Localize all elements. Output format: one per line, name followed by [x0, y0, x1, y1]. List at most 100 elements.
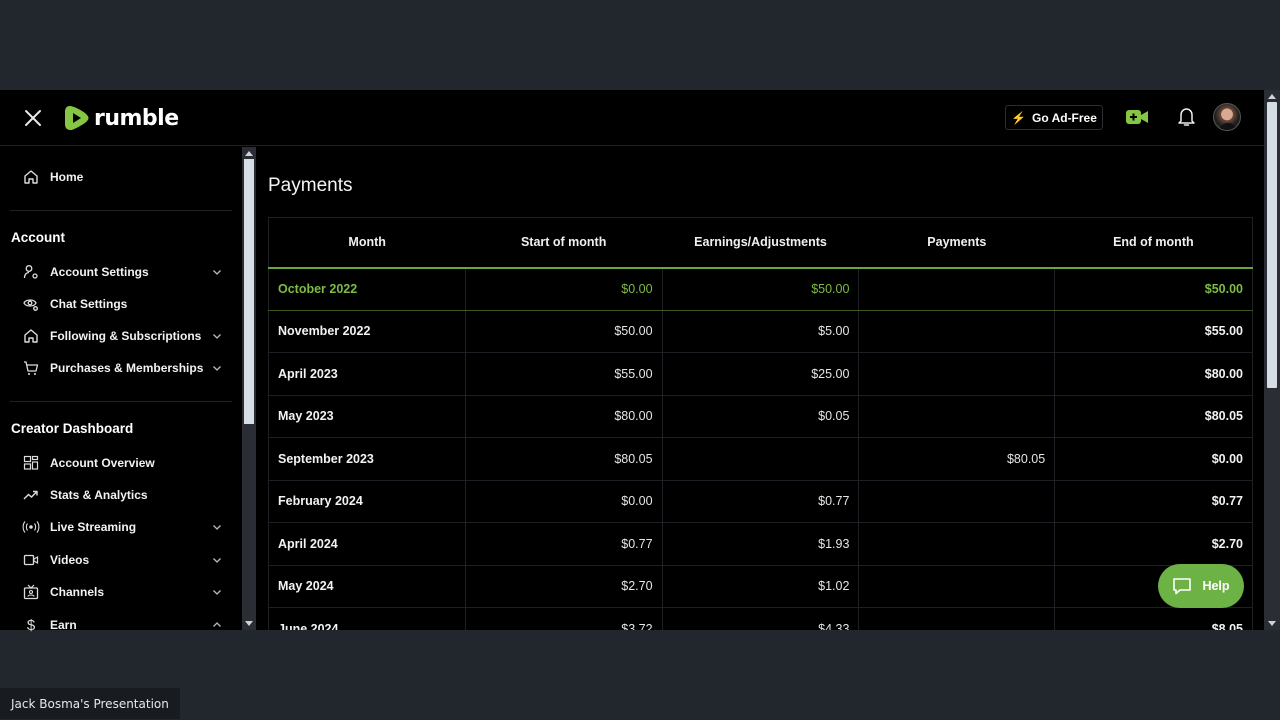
sidebar-item-stats-analytics[interactable]: Stats & Analytics — [22, 481, 232, 509]
sidebar-divider — [10, 401, 232, 402]
cell-earnings — [662, 437, 860, 481]
sidebar-item-label: Channels — [50, 585, 105, 599]
cell-month: February 2024 — [268, 480, 466, 523]
chevron-down-icon[interactable] — [212, 555, 222, 565]
help-button[interactable]: Help — [1158, 564, 1244, 608]
sidebar-item-account-overview[interactable]: Account Overview — [22, 449, 232, 477]
sidebar-divider — [10, 210, 232, 211]
cell-earnings: $50.00 — [662, 267, 860, 311]
sidebar-item-label: Videos — [50, 553, 90, 567]
cell-end-of-month: $8.05 — [1054, 607, 1253, 630]
camera-plus-icon[interactable] — [1126, 109, 1148, 125]
cell-earnings: $4.33 — [662, 607, 860, 630]
table-row: May 2024$2.70$1.02$3.72 — [268, 565, 1253, 608]
page-title: Payments — [268, 175, 353, 196]
cell-end-of-month: $0.77 — [1054, 480, 1253, 523]
go-ad-free-button[interactable]: ⚡ Go Ad-Free — [1005, 105, 1103, 130]
bell-icon[interactable] — [1177, 107, 1196, 127]
cell-start-of-month: $55.00 — [465, 352, 663, 396]
chevron-up-icon[interactable] — [212, 620, 222, 630]
cell-month: April 2024 — [268, 522, 466, 566]
cell-payments — [858, 607, 1056, 630]
creator-dashboard-heading: Creator Dashboard — [11, 421, 134, 436]
chevron-down-icon[interactable] — [212, 363, 222, 373]
sidebar-item-videos[interactable]: Videos — [22, 546, 232, 574]
cell-end-of-month: $0.00 — [1054, 437, 1253, 481]
go-ad-free-label: Go Ad-Free — [1032, 110, 1097, 125]
scroll-up-arrow-icon[interactable] — [1268, 94, 1276, 99]
sidebar-item-following-subscriptions[interactable]: Following & Subscriptions — [22, 322, 232, 350]
sidebar-item-home[interactable]: Home — [22, 163, 232, 191]
video-icon — [22, 551, 40, 569]
cell-start-of-month: $0.00 — [465, 480, 663, 523]
cell-start-of-month: $80.00 — [465, 395, 663, 438]
scroll-down-arrow-icon[interactable] — [1268, 621, 1276, 626]
cell-month: October 2022 — [268, 267, 466, 311]
sidebar-scroll-up-icon[interactable] — [245, 151, 253, 156]
column-header-end-of-month[interactable]: End of month — [1054, 217, 1253, 269]
sidebar-content: Home Account Account Settings Chat Setti… — [0, 90, 256, 634]
dollar-icon: $ — [26, 616, 36, 634]
cell-month: June 2024 — [268, 607, 466, 630]
cell-payments — [858, 565, 1056, 608]
cell-end-of-month: $50.00 — [1054, 267, 1253, 311]
cell-start-of-month: $0.77 — [465, 522, 663, 566]
sidebar-item-earn[interactable]: $ Earn — [22, 611, 232, 639]
sidebar-scroll-down-icon[interactable] — [245, 621, 253, 626]
cell-earnings: $0.05 — [662, 395, 860, 438]
sidebar-item-live-streaming[interactable]: Live Streaming — [22, 513, 232, 541]
home-icon — [22, 327, 40, 345]
chevron-down-icon[interactable] — [212, 522, 222, 532]
page-scrollbar[interactable] — [1264, 90, 1280, 630]
presenter-label: Jack Bosma's Presentation — [0, 688, 180, 719]
account-heading: Account — [11, 230, 65, 245]
cell-earnings: $5.00 — [662, 310, 860, 353]
sidebar-item-label: Home — [50, 170, 84, 184]
table-header-row: Month Start of month Earnings/Adjustment… — [268, 217, 1253, 269]
sidebar-item-channels[interactable]: Channels — [22, 578, 232, 606]
sidebar-item-label: Account Settings — [50, 265, 149, 279]
table-row: June 2024 $3.72 $4.33 $8.05 — [268, 607, 1253, 630]
table-row: November 2022 $50.00 $5.00 $55.00 — [268, 310, 1253, 353]
cell-payments — [858, 480, 1056, 523]
cell-earnings: $1.02 — [662, 565, 860, 608]
chat-bubble-icon — [1173, 578, 1192, 595]
sidebar-scrollbar-thumb[interactable] — [244, 159, 254, 424]
sidebar-item-label: Stats & Analytics — [50, 488, 148, 502]
bolt-icon: ⚡ — [1011, 110, 1027, 125]
trend-icon — [22, 486, 40, 504]
column-header-earnings-adjustments[interactable]: Earnings/Adjustments — [662, 217, 859, 269]
avatar[interactable] — [1213, 103, 1241, 131]
payments-table: Month Start of month Earnings/Adjustment… — [268, 217, 1253, 630]
cell-start-of-month: $50.00 — [465, 310, 663, 353]
tv-icon — [22, 583, 40, 601]
cell-payments — [858, 310, 1056, 353]
user-gear-icon — [22, 263, 40, 281]
column-header-start-of-month[interactable]: Start of month — [465, 217, 663, 269]
help-label: Help — [1202, 579, 1230, 593]
cart-icon — [22, 359, 40, 377]
table-row: February 2024 $0.00 $0.77 $0.77 — [268, 480, 1253, 523]
page-scrollbar-thumb[interactable] — [1267, 102, 1277, 388]
sidebar-item-label: Account Overview — [50, 456, 155, 470]
table-row: April 2024 $0.77 $1.93 $2.70 — [268, 522, 1253, 566]
chevron-down-icon[interactable] — [212, 331, 222, 341]
sidebar-scrollbar[interactable] — [242, 147, 256, 630]
table-row: September 2023 $80.05 $80.05 $0.00 — [268, 437, 1253, 481]
cell-month: April 2023 — [268, 352, 466, 396]
dashboard-icon — [22, 454, 40, 472]
column-header-payments[interactable]: Payments — [858, 217, 1055, 269]
chevron-down-icon[interactable] — [212, 587, 222, 597]
broadcast-icon — [22, 518, 40, 536]
sidebar-item-account-settings[interactable]: Account Settings — [22, 258, 232, 286]
chevron-down-icon[interactable] — [212, 267, 222, 277]
table-row: May 2023 $80.00 $0.05 $80.05 — [268, 395, 1253, 438]
cell-start-of-month: $80.05 — [465, 437, 663, 481]
sidebar-item-chat-settings[interactable]: Chat Settings — [22, 290, 232, 318]
main-content: Payments Month Start of month Earnings/A… — [256, 147, 1264, 630]
cell-end-of-month: $80.00 — [1054, 352, 1253, 396]
sidebar-item-purchases-memberships[interactable]: Purchases & Memberships — [22, 354, 232, 382]
sidebar-item-label: Live Streaming — [50, 520, 137, 534]
sidebar-item-label: Chat Settings — [50, 297, 128, 311]
column-header-month[interactable]: Month — [268, 217, 466, 269]
